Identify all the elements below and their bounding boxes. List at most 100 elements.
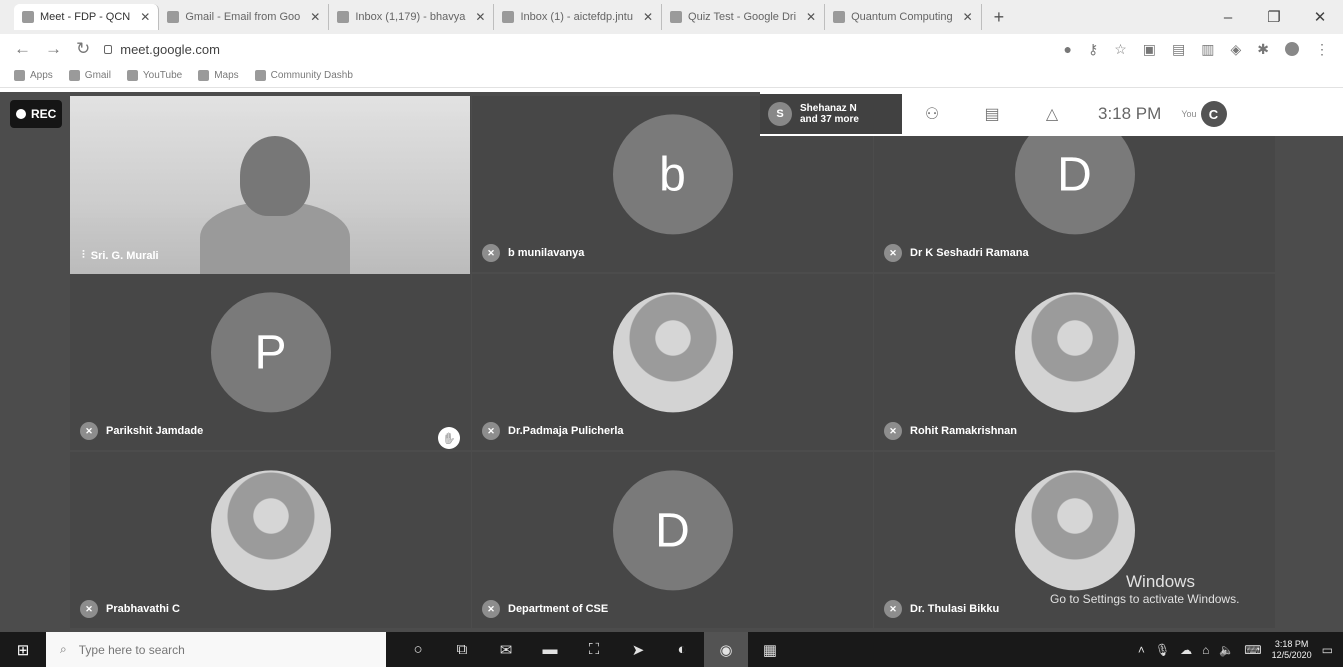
close-icon[interactable]: ✕ xyxy=(806,10,816,24)
extension-icon[interactable]: ▥ xyxy=(1201,41,1214,58)
cortana-icon[interactable]: ○ xyxy=(396,632,440,667)
extension-icon[interactable]: ▣ xyxy=(1143,41,1156,58)
maximize-icon[interactable]: ❐ xyxy=(1251,0,1297,34)
maps-icon xyxy=(198,70,210,81)
participant-name: Sri. G. Murali xyxy=(90,249,159,262)
new-tab-button[interactable]: + xyxy=(982,7,1017,28)
tab-gmail[interactable]: Gmail - Email from Goo ✕ xyxy=(159,4,330,30)
record-dot-icon xyxy=(16,109,26,119)
store-icon[interactable]: ⛶ xyxy=(572,632,616,667)
lock-icon xyxy=(104,44,113,54)
you-label: You xyxy=(1181,109,1197,119)
avatar[interactable]: C xyxy=(1200,101,1227,127)
minimize-icon[interactable]: – xyxy=(1205,0,1251,34)
tab-label: Inbox (1) - aictefdp.jntu xyxy=(520,11,633,23)
profile-avatar[interactable] xyxy=(1285,42,1299,56)
cloud-icon[interactable]: ☁ xyxy=(1180,643,1192,657)
mic-off-icon: ✕ xyxy=(482,422,500,440)
windows-taskbar: ⊞ ⌕ Type here to search ○ ⧉ ✉ ▬ ⛶ ➤ ◐ ◉ … xyxy=(0,632,1343,667)
tab-label: Quiz Test - Google Dri xyxy=(688,11,797,23)
browser-tab-bar: Meet - FDP - QCN ✕ Gmail - Email from Goo… xyxy=(0,0,1343,34)
participants-line1: Shehanaz N xyxy=(800,103,857,114)
url-text: meet.google.com xyxy=(120,41,220,57)
avatar: b xyxy=(612,114,733,235)
tab-label: Quantum Computing xyxy=(851,11,953,23)
microphone-icon[interactable]: 🎙 xyxy=(1155,643,1170,657)
taskbar-clock[interactable]: 3:18 PM 12/5/2020 xyxy=(1272,639,1312,661)
close-icon[interactable]: ✕ xyxy=(963,10,973,24)
chevron-up-icon[interactable]: ˄ xyxy=(1138,643,1145,657)
participant-name: Prabhavathi C xyxy=(106,603,180,615)
participant-name: b munilavanya xyxy=(508,247,585,259)
participant-tile[interactable]: D ✕ Department of CSE xyxy=(472,452,873,628)
camera-icon[interactable]: ● xyxy=(1063,41,1071,57)
chrome-icon[interactable]: ◉ xyxy=(704,632,748,667)
participant-video: ⫶ Sri. G. Murali xyxy=(70,96,470,274)
close-icon[interactable]: ✕ xyxy=(643,10,653,24)
tab-quantum-computing[interactable]: Quantum Computing ✕ xyxy=(825,4,982,30)
tab-inbox-aicte[interactable]: Inbox (1) - aictefdp.jntu ✕ xyxy=(494,4,663,30)
activities-icon[interactable]: △ xyxy=(1022,104,1082,124)
gmail-icon xyxy=(337,11,350,23)
menu-icon[interactable]: ⋮ xyxy=(1315,41,1329,58)
participant-tile[interactable]: ✕ Dr.Padmaja Pulicherla xyxy=(472,274,873,450)
participant-name: Dr K Seshadri Ramana xyxy=(910,247,1029,259)
google-icon xyxy=(68,70,80,81)
address-bar: ← → ↻ meet.google.com ● ⚷ ☆ ▣ ▤ ▥ ◈ ✱ ⋮ xyxy=(0,34,1343,64)
participants-summary[interactable]: S Shehanaz Nand 37 more xyxy=(760,94,902,134)
keyboard-icon[interactable]: ⌨ xyxy=(1244,643,1261,657)
network-icon[interactable]: ⌂ xyxy=(1202,643,1209,657)
close-icon[interactable]: ✕ xyxy=(475,10,485,24)
app-icon[interactable]: ▦ xyxy=(748,632,792,667)
close-icon[interactable]: ✕ xyxy=(140,10,150,24)
audio-level-icon: ⫶ xyxy=(82,249,85,261)
file-explorer-icon[interactable]: ▬ xyxy=(528,632,572,667)
extension-icon[interactable]: ◈ xyxy=(1230,41,1241,58)
windows-start-icon[interactable]: ⊞ xyxy=(0,641,46,659)
tab-label: Meet - FDP - QCN xyxy=(40,11,131,23)
extension-icon[interactable]: ▤ xyxy=(1172,41,1185,58)
puzzle-icon[interactable]: ✱ xyxy=(1257,41,1269,58)
task-view-icon[interactable]: ⧉ xyxy=(440,632,484,667)
reload-icon[interactable]: ↻ xyxy=(76,39,90,59)
star-icon[interactable]: ☆ xyxy=(1114,41,1127,58)
app-icon[interactable]: ➤ xyxy=(616,632,660,667)
forward-icon[interactable]: → xyxy=(45,39,62,59)
url-field[interactable]: meet.google.com xyxy=(104,42,220,57)
mic-off-icon: ✕ xyxy=(482,244,500,262)
bookmark-apps[interactable]: Apps xyxy=(14,70,53,81)
apps-grid-icon xyxy=(14,70,25,81)
search-icon: ⌕ xyxy=(60,642,67,656)
notification-icon[interactable]: ▭ xyxy=(1322,643,1333,657)
windows-activation-watermark: Windows Go to Settings to activate Windo… xyxy=(1050,572,1240,606)
bookmark-youtube[interactable]: YouTube xyxy=(126,70,182,81)
tab-meet[interactable]: Meet - FDP - QCN ✕ xyxy=(14,4,160,30)
participant-tile[interactable]: ✕ Prabhavathi C xyxy=(70,452,471,628)
community-icon xyxy=(254,70,266,81)
tab-quiz-test[interactable]: Quiz Test - Google Dri ✕ xyxy=(662,4,826,30)
people-icon[interactable]: ⚇ xyxy=(902,104,962,124)
volume-icon[interactable]: 🔈 xyxy=(1219,643,1234,657)
tab-inbox-bhavya[interactable]: Inbox (1,179) - bhavya ✕ xyxy=(329,4,495,30)
participant-tile[interactable]: ✕ Rohit Ramakrishnan xyxy=(874,274,1275,450)
participant-tile[interactable]: ⫶ Sri. G. Murali xyxy=(70,96,471,274)
mic-off-icon: ✕ xyxy=(884,600,902,618)
drive-icon xyxy=(670,11,683,23)
meet-icon xyxy=(22,11,34,23)
edge-icon[interactable]: ◐ xyxy=(660,632,704,667)
avatar: S xyxy=(768,102,792,126)
taskbar-search[interactable]: ⌕ Type here to search xyxy=(46,632,386,667)
participant-name: Dr. Thulasi Bikku xyxy=(910,603,1000,615)
bookmark-maps[interactable]: Maps xyxy=(198,70,239,81)
back-icon[interactable]: ← xyxy=(14,39,31,59)
bookmark-gmail[interactable]: Gmail xyxy=(68,70,111,81)
chat-icon[interactable]: ▤ xyxy=(962,104,1022,124)
raised-hand-icon: ✋ xyxy=(438,427,460,449)
bookmark-community[interactable]: Community Dashb xyxy=(254,70,353,81)
participant-tile[interactable]: P ✕ Parikshit Jamdade xyxy=(70,274,471,450)
meet-top-bar: S Shehanaz Nand 37 more ⚇ ▤ △ 3:18 PM Yo… xyxy=(760,92,1343,136)
close-window-icon[interactable]: ✕ xyxy=(1297,0,1343,34)
key-icon[interactable]: ⚷ xyxy=(1088,41,1098,58)
close-icon[interactable]: ✕ xyxy=(310,10,320,24)
mail-icon[interactable]: ✉ xyxy=(484,632,528,667)
